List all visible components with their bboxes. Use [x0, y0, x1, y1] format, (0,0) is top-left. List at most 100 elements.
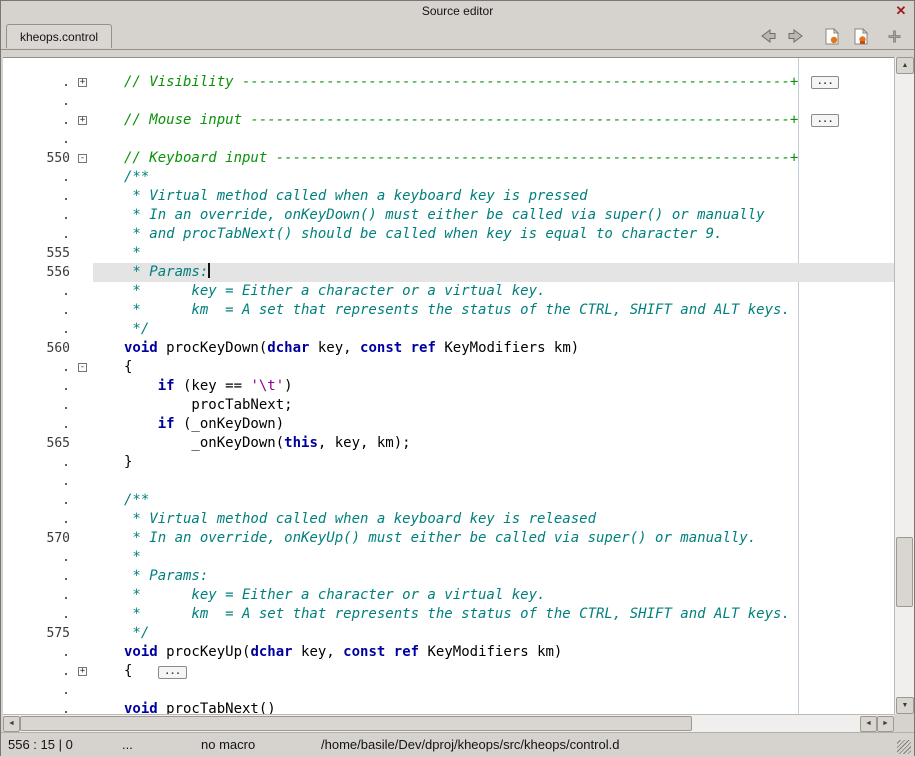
- fold-expand-icon[interactable]: +: [78, 667, 87, 676]
- code-text[interactable]: * Virtual method called when a keyboard …: [93, 187, 894, 206]
- fold-column[interactable]: +: [74, 111, 93, 130]
- save-document-as-icon[interactable]: [851, 26, 871, 46]
- code-line[interactable]: . if (key == '\t'): [3, 377, 894, 396]
- code-line[interactable]: . * key = Either a character or a virtua…: [3, 586, 894, 605]
- code-line[interactable]: .+// Mouse input -----------------------…: [3, 111, 894, 130]
- collapsed-fold-indicator[interactable]: ...: [811, 76, 839, 89]
- code-text[interactable]: * In an override, onKeyDown() must eithe…: [93, 206, 894, 225]
- code-line[interactable]: .}: [3, 453, 894, 472]
- scroll-left-end-icon[interactable]: ◄: [860, 716, 877, 732]
- fold-collapse-icon[interactable]: -: [78, 363, 87, 372]
- code-text[interactable]: * km = A set that represents the status …: [93, 301, 894, 320]
- code-text[interactable]: if (key == '\t'): [93, 377, 894, 396]
- collapsed-fold-indicator[interactable]: ...: [158, 666, 186, 679]
- scroll-right-icon[interactable]: ►: [877, 716, 894, 732]
- code-line[interactable]: .void procTabNext(): [3, 700, 894, 714]
- code-line[interactable]: . * In an override, onKeyDown() must eit…: [3, 206, 894, 225]
- resize-grip[interactable]: [897, 740, 911, 754]
- code-text[interactable]: if (_onKeyDown): [93, 415, 894, 434]
- code-text[interactable]: {...: [93, 662, 894, 681]
- code-line[interactable]: . procTabNext;: [3, 396, 894, 415]
- fold-column[interactable]: +: [74, 73, 93, 92]
- code-text[interactable]: [93, 130, 894, 149]
- go-back-icon[interactable]: [758, 26, 778, 46]
- code-text[interactable]: * Virtual method called when a keyboard …: [93, 510, 894, 529]
- fold-collapse-icon[interactable]: -: [78, 154, 87, 163]
- code-line[interactable]: .: [3, 681, 894, 700]
- close-icon[interactable]: ✕: [893, 1, 909, 21]
- code-text[interactable]: */: [93, 320, 894, 339]
- vertical-scrollbar-thumb[interactable]: [896, 537, 913, 607]
- fold-column[interactable]: +: [74, 662, 93, 681]
- code-text[interactable]: [93, 92, 894, 111]
- go-forward-icon[interactable]: [786, 26, 806, 46]
- code-text[interactable]: * km = A set that represents the status …: [93, 605, 894, 624]
- fold-column[interactable]: -: [74, 358, 93, 377]
- code-line[interactable]: .: [3, 130, 894, 149]
- code-text[interactable]: [93, 472, 894, 491]
- scroll-down-icon[interactable]: ▼: [896, 697, 914, 714]
- code-line[interactable]: . * km = A set that represents the statu…: [3, 605, 894, 624]
- code-line[interactable]: 565 _onKeyDown(this, key, km);: [3, 434, 894, 453]
- code-line[interactable]: ./**: [3, 168, 894, 187]
- code-line[interactable]: . *: [3, 548, 894, 567]
- code-text[interactable]: *: [93, 244, 894, 263]
- code-line[interactable]: ./**: [3, 491, 894, 510]
- code-text[interactable]: void procKeyDown(dchar key, const ref Ke…: [93, 339, 894, 358]
- code-text[interactable]: // Mouse input -------------------------…: [93, 111, 894, 130]
- code-line[interactable]: . * Virtual method called when a keyboar…: [3, 187, 894, 206]
- code-line[interactable]: . * Virtual method called when a keyboar…: [3, 510, 894, 529]
- code-text[interactable]: // Visibility --------------------------…: [93, 73, 894, 92]
- code-line[interactable]: .: [3, 92, 894, 111]
- titlebar[interactable]: Source editor ✕: [1, 1, 914, 21]
- code-text[interactable]: /**: [93, 168, 894, 187]
- collapsed-fold-indicator[interactable]: ...: [811, 114, 839, 127]
- code-line[interactable]: 570 * In an override, onKeyUp() must eit…: [3, 529, 894, 548]
- code-text[interactable]: */: [93, 624, 894, 643]
- current-code-text[interactable]: * Params:: [93, 263, 894, 282]
- code-text[interactable]: * and procTabNext() should be called whe…: [93, 225, 894, 244]
- tab-kheops-control[interactable]: kheops.control: [6, 24, 112, 48]
- fold-column[interactable]: -: [74, 149, 93, 168]
- code-text[interactable]: procTabNext;: [93, 396, 894, 415]
- detach-editor-icon[interactable]: [884, 26, 904, 46]
- horizontal-scrollbar-thumb[interactable]: [20, 716, 692, 731]
- code-line[interactable]: . * and procTabNext() should be called w…: [3, 225, 894, 244]
- code-line[interactable]: . * km = A set that represents the statu…: [3, 301, 894, 320]
- code-line[interactable]: 550-// Keyboard input ------------------…: [3, 149, 894, 168]
- vertical-scrollbar[interactable]: ▲ ▼: [894, 57, 914, 714]
- code-text[interactable]: // Keyboard input ----------------------…: [93, 149, 894, 168]
- fold-expand-icon[interactable]: +: [78, 116, 87, 125]
- code-text[interactable]: * In an override, onKeyUp() must either …: [93, 529, 894, 548]
- code-text[interactable]: * key = Either a character or a virtual …: [93, 586, 894, 605]
- save-document-icon[interactable]: [822, 26, 842, 46]
- code-line[interactable]: .: [3, 472, 894, 491]
- scroll-left-icon[interactable]: ◄: [3, 716, 20, 732]
- code-text[interactable]: *: [93, 548, 894, 567]
- code-line[interactable]: 556 * Params:: [3, 263, 894, 282]
- code-line[interactable]: 575 */: [3, 624, 894, 643]
- code-editor[interactable]: . + // Visibility ------------------------…: [3, 57, 894, 714]
- code-line[interactable]: .+{...: [3, 662, 894, 681]
- code-text[interactable]: * key = Either a character or a virtual …: [93, 282, 894, 301]
- code-text[interactable]: * Params:: [93, 567, 894, 586]
- code-line[interactable]: 560void procKeyDown(dchar key, const ref…: [3, 339, 894, 358]
- code-text[interactable]: [93, 681, 894, 700]
- code-line[interactable]: .-{: [3, 358, 894, 377]
- code-line[interactable]: . * Params:: [3, 567, 894, 586]
- code-line[interactable]: 555 *: [3, 244, 894, 263]
- code-line[interactable]: . if (_onKeyDown): [3, 415, 894, 434]
- code-text[interactable]: {: [93, 358, 894, 377]
- scroll-up-icon[interactable]: ▲: [896, 57, 914, 74]
- code-text[interactable]: _onKeyDown(this, key, km);: [93, 434, 894, 453]
- code-text[interactable]: }: [93, 453, 894, 472]
- code-line[interactable]: . * key = Either a character or a virtua…: [3, 282, 894, 301]
- code-text[interactable]: void procTabNext(): [93, 700, 894, 714]
- code-line[interactable]: .void procKeyUp(dchar key, const ref Key…: [3, 643, 894, 662]
- fold-expand-icon[interactable]: +: [78, 78, 87, 87]
- code-line[interactable]: .+// Visibility ------------------------…: [3, 73, 894, 92]
- code-text[interactable]: void procKeyUp(dchar key, const ref KeyM…: [93, 643, 894, 662]
- horizontal-scrollbar[interactable]: ◄ ◄ ►: [3, 714, 894, 732]
- code-text[interactable]: /**: [93, 491, 894, 510]
- code-line[interactable]: . */: [3, 320, 894, 339]
